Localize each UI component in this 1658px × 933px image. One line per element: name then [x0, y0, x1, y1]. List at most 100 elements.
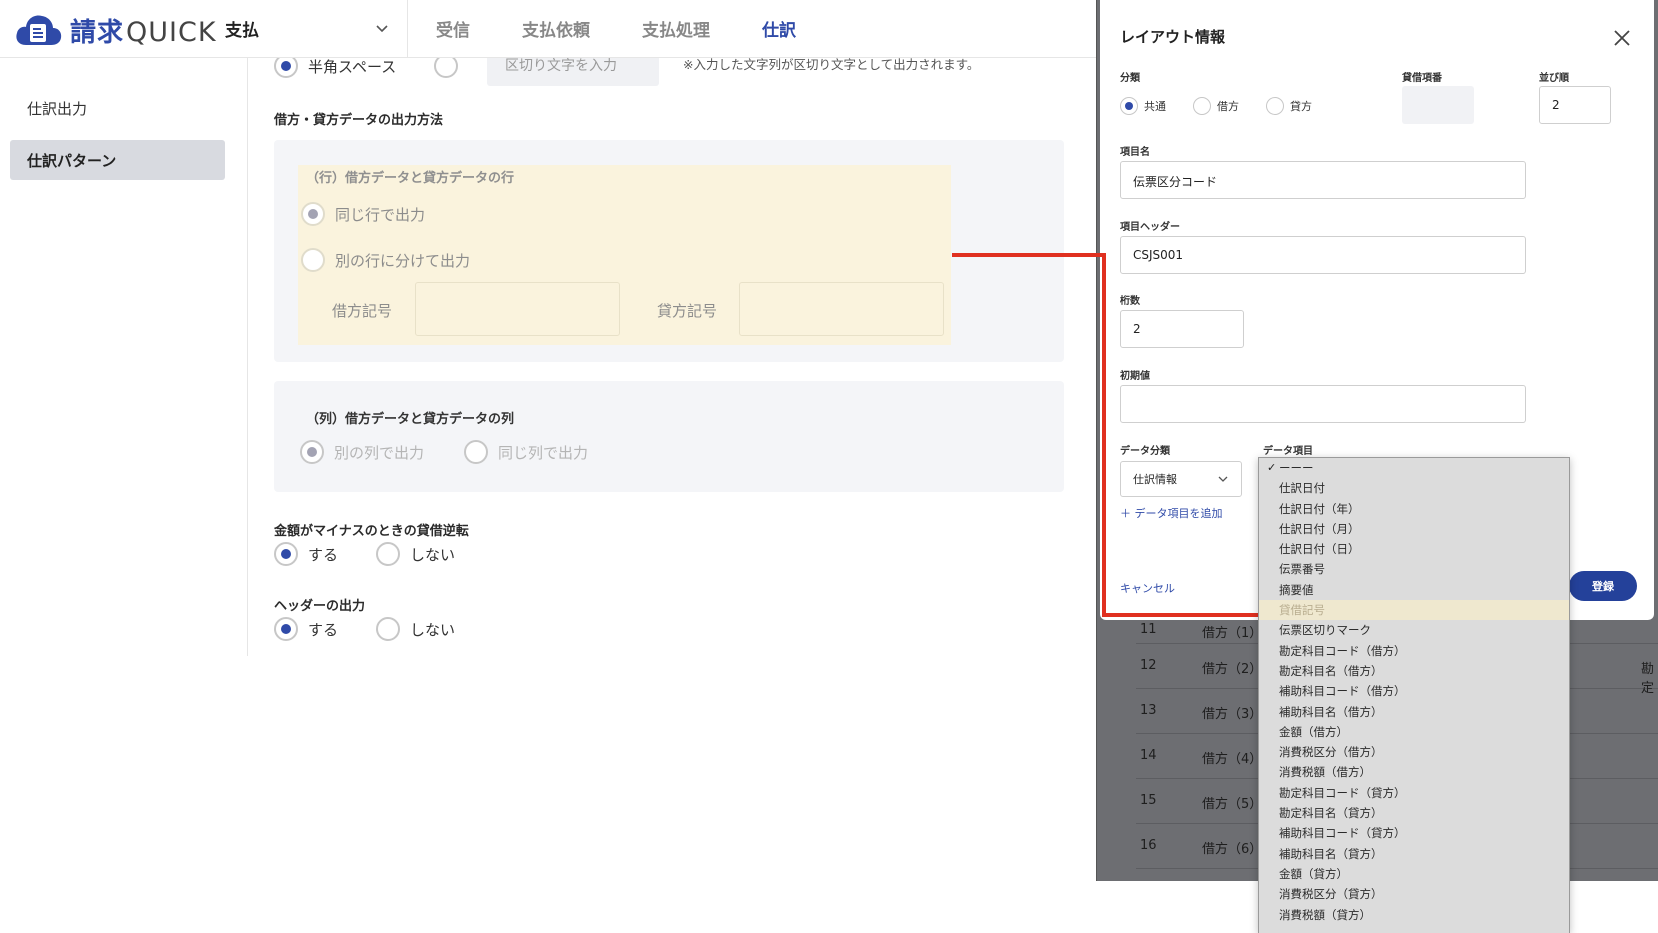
- dropdown-option[interactable]: 伝票区切りマーク: [1259, 620, 1569, 640]
- option-same-column[interactable]: 同じ列で出力: [464, 440, 588, 464]
- row-setting-highlight: （行）借方データと貸方データの行 同じ行で出力 別の行に分けて出力 借方記号 貸…: [298, 165, 951, 345]
- dropdown-option[interactable]: 金額（借方）: [1259, 722, 1569, 742]
- credit-symbol-label: 貸方記号: [657, 302, 718, 320]
- sidebar-item-journal-output[interactable]: 仕訳出力: [10, 88, 225, 128]
- app-logo[interactable]: 請求 QUICK: [14, 11, 217, 49]
- cloud-document-icon: [14, 11, 62, 49]
- dropdown-option[interactable]: 伝票番号: [1259, 559, 1569, 579]
- radio-button[interactable]: [434, 58, 458, 78]
- category-option-debit[interactable]: 借方: [1193, 97, 1239, 115]
- delimiter-note: ※入力した文字列が区切り文字として出力されます。: [683, 58, 980, 72]
- row-setting-title: （行）借方データと貸方データの行: [306, 171, 515, 186]
- radio-button[interactable]: [376, 617, 400, 641]
- dropdown-option[interactable]: 補助科目コード（借方）: [1259, 681, 1569, 701]
- delimiter-option-space[interactable]: 半角スペース: [274, 58, 396, 78]
- main-content: 半角スペース 区切り文字を入力 ※入力した文字列が区切り文字として出力されます。…: [248, 58, 1100, 933]
- item-header-input[interactable]: CSJS001: [1120, 236, 1526, 274]
- chevron-down-icon: [1218, 476, 1228, 482]
- dropdown-option[interactable]: 金額（貸方）: [1259, 864, 1569, 884]
- dropdown-option[interactable]: 補助科目名（借方）: [1259, 702, 1569, 722]
- close-icon[interactable]: [1610, 26, 1634, 50]
- dc-item-field: [1402, 86, 1474, 124]
- option-same-row[interactable]: 同じ行で出力: [301, 202, 425, 226]
- digits-input[interactable]: 2: [1120, 310, 1244, 348]
- dropdown-option[interactable]: 勘定科目コード（借方）: [1259, 641, 1569, 661]
- dropdown-option[interactable]: 仕訳日付（年）: [1259, 499, 1569, 519]
- dropdown-option[interactable]: 勘定科目名（貸方）: [1259, 803, 1569, 823]
- dropdown-option[interactable]: 消費税区分（借方）: [1259, 742, 1569, 762]
- digits-label: 桁数: [1120, 296, 1140, 307]
- annotation-line: [1102, 253, 1106, 617]
- radio-button[interactable]: [274, 58, 298, 78]
- dropdown-option[interactable]: 補助科目コード（貸方）: [1259, 823, 1569, 843]
- column-setting-title: （列）借方データと貸方データの列: [306, 412, 515, 427]
- module-select-value: 支払: [225, 20, 259, 41]
- logo-text-jp: 請求: [70, 17, 125, 48]
- data-category-select[interactable]: 仕訳情報: [1120, 461, 1242, 497]
- option-other-column[interactable]: 別の列で出力: [300, 440, 424, 464]
- category-option-common[interactable]: 共通: [1120, 97, 1166, 115]
- delimiter-option-custom[interactable]: [434, 58, 458, 78]
- credit-symbol-input[interactable]: [739, 282, 944, 336]
- sidebar-item-journal-pattern[interactable]: 仕訳パターン: [10, 140, 225, 180]
- chevron-down-icon: [376, 25, 388, 33]
- header-output-no[interactable]: しない: [376, 617, 455, 641]
- radio-button[interactable]: [301, 202, 325, 226]
- column-setting-box: （列）借方データと貸方データの列 別の列で出力 同じ列で出力: [274, 381, 1064, 492]
- dropdown-option[interactable]: ✓ ーーー: [1259, 458, 1569, 478]
- negative-reverse-title: 金額がマイナスのときの貸借逆転: [274, 524, 469, 539]
- dropdown-option[interactable]: 補助科目名（貸方）: [1259, 844, 1569, 864]
- negative-reverse-yes[interactable]: する: [274, 542, 338, 566]
- dc-item-label: 貸借項番: [1402, 73, 1442, 84]
- tab-receive[interactable]: 受信: [436, 16, 470, 41]
- data-category-label: データ分類: [1120, 446, 1170, 457]
- cancel-link[interactable]: キャンセル: [1120, 580, 1175, 596]
- app-header: 請求 QUICK 支払 受信 支払依頼 支払処理 仕訳: [0, 0, 1100, 58]
- dropdown-option[interactable]: 摘要値: [1259, 580, 1569, 600]
- dropdown-option[interactable]: 勘定科目名（借方）: [1259, 661, 1569, 681]
- dropdown-option[interactable]: 仕訳日付: [1259, 478, 1569, 498]
- negative-reverse-no[interactable]: しない: [376, 542, 455, 566]
- add-data-item-link[interactable]: ＋ データ項目を追加: [1120, 505, 1223, 521]
- data-category-value: 仕訳情報: [1133, 473, 1177, 486]
- radio-button[interactable]: [300, 440, 324, 464]
- data-item-label: データ項目: [1263, 446, 1313, 457]
- output-method-title: 借方・貸方データの出力方法: [274, 113, 444, 128]
- register-button[interactable]: 登録: [1569, 571, 1637, 601]
- radio-button[interactable]: [1120, 97, 1138, 115]
- debit-symbol-input[interactable]: [415, 282, 620, 336]
- tab-journal[interactable]: 仕訳: [762, 16, 796, 41]
- tab-payment-processing[interactable]: 支払処理: [642, 16, 710, 41]
- radio-button[interactable]: [1193, 97, 1211, 115]
- tab-payment-request[interactable]: 支払依頼: [522, 16, 590, 41]
- modal-title: レイアウト情報: [1120, 28, 1226, 46]
- annotation-line: [1102, 613, 1260, 617]
- item-name-label: 項目名: [1120, 147, 1150, 158]
- radio-button[interactable]: [1266, 97, 1284, 115]
- dropdown-option[interactable]: 消費税区分（貸方）: [1259, 884, 1569, 904]
- delimiter-input[interactable]: 区切り文字を入力: [487, 58, 659, 86]
- dropdown-option[interactable]: 消費税額（貸方）: [1259, 905, 1569, 925]
- category-option-credit[interactable]: 貸方: [1266, 97, 1312, 115]
- header-output-title: ヘッダーの出力: [274, 599, 366, 614]
- module-select[interactable]: 支払: [225, 14, 390, 42]
- sidebar: 仕訳出力 仕訳パターン: [0, 58, 248, 656]
- dropdown-option[interactable]: 仕訳日付（日）: [1259, 539, 1569, 559]
- option-split-row[interactable]: 別の行に分けて出力: [301, 248, 470, 272]
- radio-button[interactable]: [376, 542, 400, 566]
- radio-button[interactable]: [301, 248, 325, 272]
- dropdown-option[interactable]: 仕訳日付（月）: [1259, 519, 1569, 539]
- radio-button[interactable]: [274, 617, 298, 641]
- dropdown-option[interactable]: 消費税額（借方）: [1259, 762, 1569, 782]
- initial-value-input[interactable]: [1120, 385, 1526, 423]
- category-label: 分類: [1120, 73, 1140, 84]
- logo-text-en: QUICK: [126, 16, 217, 48]
- radio-button[interactable]: [464, 440, 488, 464]
- item-name-input[interactable]: 伝票区分コード: [1120, 161, 1526, 199]
- order-input[interactable]: 2: [1539, 86, 1611, 124]
- header-output-yes[interactable]: する: [274, 617, 338, 641]
- data-item-dropdown[interactable]: ✓ ーーー 仕訳日付 仕訳日付（年） 仕訳日付（月） 仕訳日付（日） 伝票番号 …: [1258, 457, 1570, 933]
- radio-button[interactable]: [274, 542, 298, 566]
- dropdown-option[interactable]: 勘定科目コード（貸方）: [1259, 783, 1569, 803]
- dropdown-option-highlighted[interactable]: 貸借記号: [1259, 600, 1569, 621]
